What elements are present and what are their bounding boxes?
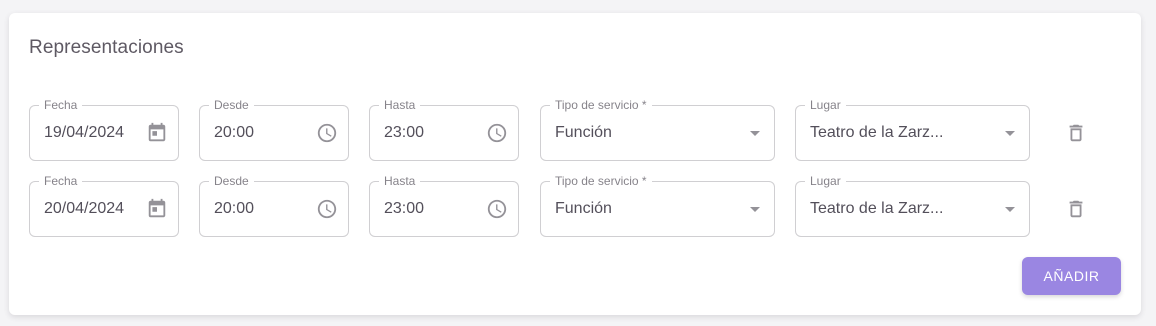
desde-label: Desde [209, 174, 254, 188]
tipo-servicio-value: Función [555, 200, 612, 217]
fecha-value[interactable]: 20/04/2024 [44, 199, 130, 219]
calendar-icon[interactable] [146, 122, 168, 144]
add-button[interactable]: AÑADIR [1022, 257, 1121, 295]
tipo-servicio-value: Función [555, 124, 612, 141]
desde-value[interactable]: 20:00 [214, 199, 254, 219]
chevron-down-icon[interactable] [750, 131, 760, 136]
fecha-label: Fecha [39, 174, 83, 188]
desde-field[interactable]: Desde 20:00 [199, 98, 349, 161]
lugar-select[interactable]: Lugar Teatro de la Zarz... [795, 98, 1030, 161]
desde-label: Desde [209, 98, 254, 112]
tipo-servicio-select[interactable]: Tipo de servicio * Función [540, 174, 775, 237]
tipo-servicio-label: Tipo de servicio * [550, 98, 652, 112]
clock-icon[interactable] [486, 198, 508, 220]
chevron-down-icon[interactable] [1005, 131, 1015, 136]
hasta-field[interactable]: Hasta 23:00 [369, 98, 519, 161]
lugar-label: Lugar [805, 98, 846, 112]
clock-icon[interactable] [486, 122, 508, 144]
lugar-value: Teatro de la Zarz... [810, 124, 944, 141]
delete-row-button[interactable] [1058, 191, 1094, 227]
representaciones-card: Representaciones Fecha 19/04/2024 Desde … [9, 13, 1141, 315]
hasta-value[interactable]: 23:00 [384, 199, 424, 219]
chevron-down-icon[interactable] [750, 207, 760, 212]
trash-icon [1069, 124, 1083, 142]
hasta-label: Hasta [379, 98, 421, 112]
chevron-down-icon[interactable] [1005, 207, 1015, 212]
desde-value[interactable]: 20:00 [214, 123, 254, 143]
fecha-value[interactable]: 19/04/2024 [44, 123, 130, 143]
hasta-label: Hasta [379, 174, 421, 188]
trash-icon [1069, 200, 1083, 218]
calendar-icon[interactable] [146, 198, 168, 220]
hasta-value[interactable]: 23:00 [384, 123, 424, 143]
delete-row-button[interactable] [1058, 115, 1094, 151]
tipo-servicio-select[interactable]: Tipo de servicio * Función [540, 98, 775, 161]
fecha-field[interactable]: Fecha 20/04/2024 [29, 174, 179, 237]
fecha-field[interactable]: Fecha 19/04/2024 [29, 98, 179, 161]
clock-icon[interactable] [316, 122, 338, 144]
section-title: Representaciones [29, 37, 184, 58]
desde-field[interactable]: Desde 20:00 [199, 174, 349, 237]
fecha-label: Fecha [39, 98, 83, 112]
hasta-field[interactable]: Hasta 23:00 [369, 174, 519, 237]
clock-icon[interactable] [316, 198, 338, 220]
lugar-value: Teatro de la Zarz... [810, 200, 944, 217]
tipo-servicio-label: Tipo de servicio * [550, 174, 652, 188]
lugar-select[interactable]: Lugar Teatro de la Zarz... [795, 174, 1030, 237]
lugar-label: Lugar [805, 174, 846, 188]
